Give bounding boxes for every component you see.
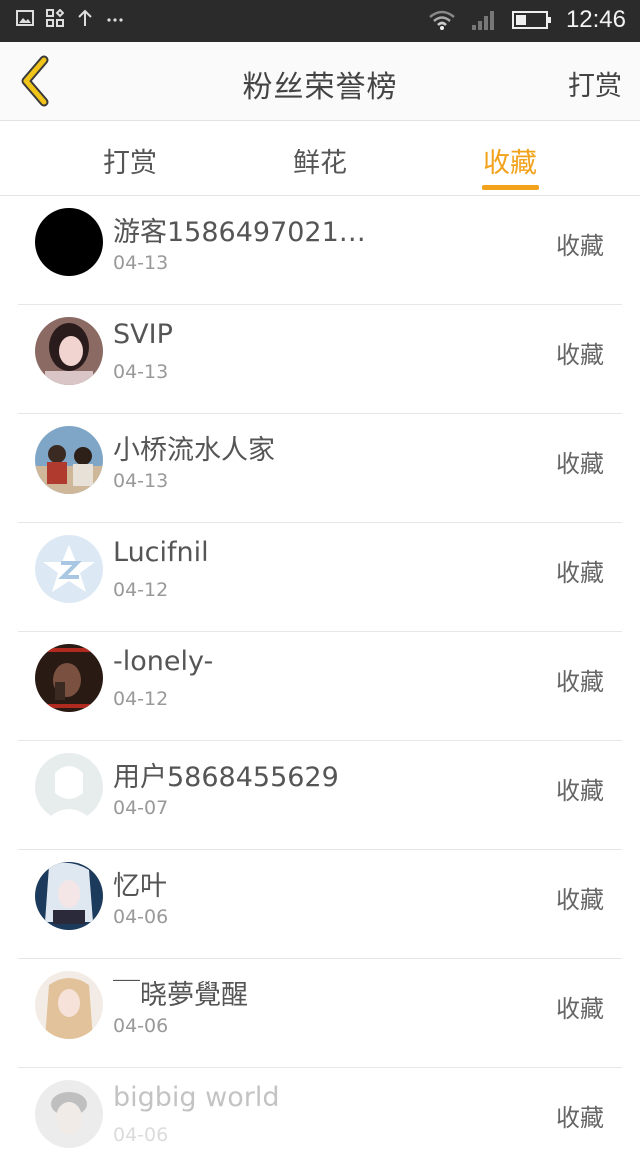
wifi-icon [429,10,455,30]
favorite-label: 收藏 [556,886,604,914]
avatar [35,971,103,1039]
tab-favorites[interactable]: 收藏 [450,141,570,180]
list-item[interactable]: bigbig world 04-06 收藏 [18,1068,622,1176]
avatar [35,426,103,494]
favorite-label: 收藏 [556,995,604,1023]
tab-flowers[interactable]: 鲜花 [260,141,380,180]
avatar [35,862,103,930]
avatar [35,317,103,385]
list-item[interactable]: ￣晓夢覺醒 04-06 收藏 [18,959,622,1068]
fan-list: 游客1586497021… 04-13 收藏 SVIP 04-13 收藏 小桥流… [0,196,640,1176]
list-item[interactable]: Lucifnil 04-12 收藏 [18,523,622,632]
date-label: 04-12 [113,579,169,601]
date-label: 04-06 [113,906,169,928]
notification-icons [16,9,124,27]
favorite-label: 收藏 [556,559,604,587]
user-name: SVIP [113,319,173,350]
list-item[interactable]: 忆叶 04-06 收藏 [18,850,622,959]
date-label: 04-07 [113,797,169,819]
date-label: 04-13 [113,252,169,274]
list-item[interactable]: 游客1586497021… 04-13 收藏 [18,196,622,305]
active-tab-indicator [482,185,539,190]
date-label: 04-12 [113,688,169,710]
tab-tips[interactable]: 打赏 [70,141,190,180]
favorite-label: 收藏 [556,668,604,696]
image-notification-icon [16,10,34,26]
user-name: Lucifnil [113,537,209,568]
avatar [35,753,103,821]
more-notifications-icon [107,18,123,22]
signal-icon [471,11,494,30]
system-indicators: 12:46 [428,6,626,34]
favorite-label: 收藏 [556,341,604,369]
user-name: 小桥流水人家 [113,435,275,466]
clock: 12:46 [565,6,626,33]
favorite-label: 收藏 [556,232,604,260]
user-name: bigbig world [113,1082,280,1113]
battery-icon [511,11,551,29]
status-bar: 12:46 [0,0,640,42]
date-label: 04-13 [113,470,169,492]
user-name: 游客1586497021… [113,217,366,248]
date-label: 04-06 [113,1124,169,1146]
favorite-label: 收藏 [556,777,604,805]
list-item[interactable]: -lonely- 04-12 收藏 [18,632,622,741]
tab-bar: 打赏 鲜花 收藏 [0,121,640,196]
list-item[interactable]: SVIP 04-13 收藏 [18,305,622,414]
avatar [35,208,103,276]
avatar [35,535,103,603]
list-item[interactable]: 用户5868455629 04-07 收藏 [18,741,622,850]
user-name: ￣晓夢覺醒 [113,980,248,1011]
tip-button[interactable]: 打赏 [568,64,622,103]
date-label: 04-13 [113,361,169,383]
user-name: 忆叶 [113,871,167,902]
user-name: 用户5868455629 [113,762,339,793]
favorite-label: 收藏 [556,450,604,478]
page-title: 粉丝荣誉榜 [242,70,398,105]
top-bar: 粉丝荣誉榜 打赏 [0,42,640,121]
date-label: 04-06 [113,1015,169,1037]
app-grid-icon [46,9,64,27]
list-item[interactable]: 小桥流水人家 04-13 收藏 [18,414,622,523]
avatar [35,644,103,712]
user-name: -lonely- [113,646,214,677]
upload-icon [78,9,92,26]
favorite-label: 收藏 [556,1104,604,1132]
